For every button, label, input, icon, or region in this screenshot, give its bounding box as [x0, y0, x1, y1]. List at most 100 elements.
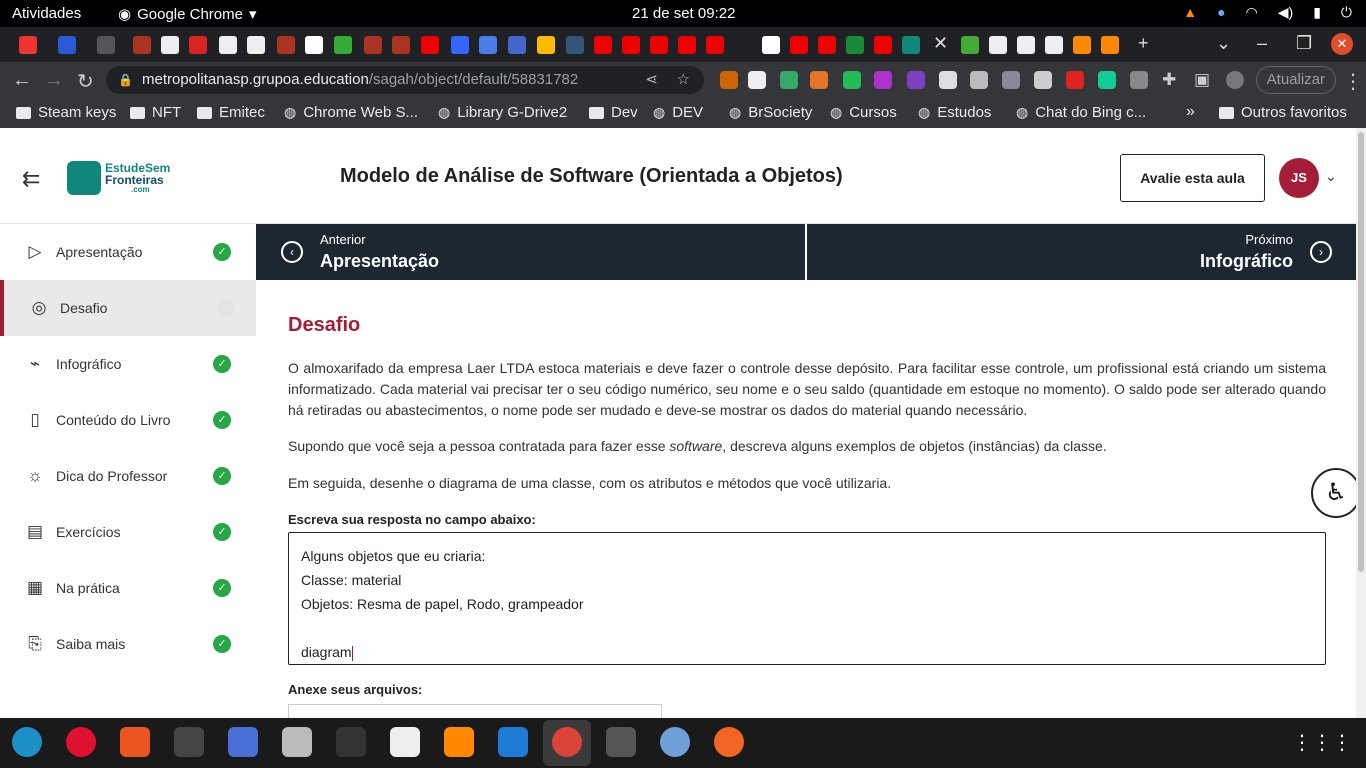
- extension-icon[interactable]: [907, 71, 925, 89]
- extension-icon[interactable]: [843, 71, 861, 89]
- reload-icon[interactable]: ↻: [77, 69, 94, 94]
- close-tab-icon[interactable]: ✕: [933, 33, 948, 54]
- tab[interactable]: [678, 36, 696, 54]
- tab-search-icon[interactable]: ⌄: [1216, 33, 1231, 54]
- sidebar-item[interactable]: ▯ Conteúdo do Livro ✓: [0, 392, 256, 448]
- show-apps-icon[interactable]: ⋮⋮⋮: [1292, 730, 1352, 755]
- extension-icon[interactable]: [970, 71, 988, 89]
- scrollbar-thumb[interactable]: [1358, 132, 1364, 572]
- tab[interactable]: [479, 36, 497, 54]
- scrollbar[interactable]: [1356, 128, 1366, 718]
- tab[interactable]: [762, 36, 780, 54]
- bookmark-item[interactable]: NFT: [130, 104, 181, 121]
- tab[interactable]: [58, 36, 76, 54]
- tab[interactable]: [790, 36, 808, 54]
- tab[interactable]: [508, 36, 526, 54]
- more-bookmarks-icon[interactable]: »: [1186, 103, 1195, 121]
- bookmark-item[interactable]: ◍ Chat do Bing c...: [1016, 104, 1146, 121]
- bookmark-item[interactable]: Steam keys: [16, 104, 116, 121]
- sidebar-item[interactable]: ◎ Desafio: [0, 280, 256, 336]
- tab[interactable]: [97, 36, 115, 54]
- extension-icon[interactable]: [1130, 71, 1148, 89]
- activities-button[interactable]: Atividades: [12, 5, 81, 22]
- extension-icon[interactable]: [874, 71, 892, 89]
- tab[interactable]: [622, 36, 640, 54]
- tab[interactable]: [421, 36, 439, 54]
- kebab-menu-icon[interactable]: ⋮: [1343, 69, 1363, 94]
- tab[interactable]: [133, 36, 151, 54]
- sidebar-item[interactable]: ⎘ Saiba mais ✓: [0, 616, 256, 672]
- extension-icon[interactable]: [1098, 71, 1116, 89]
- vlc-tray-icon[interactable]: ▲: [1183, 4, 1197, 21]
- side-panel-icon[interactable]: ▣: [1194, 70, 1210, 90]
- address-bar[interactable]: 🔒 metropolitanasp.grupoa.education/sagah…: [106, 66, 704, 94]
- pencil-app-icon[interactable]: [714, 727, 744, 757]
- tab[interactable]: [537, 36, 555, 54]
- extensions-puzzle-icon[interactable]: ✚: [1162, 70, 1176, 90]
- close-window-icon[interactable]: ✕: [1331, 33, 1353, 55]
- tab[interactable]: [305, 36, 323, 54]
- maximize-icon[interactable]: ❐: [1296, 33, 1312, 54]
- text-editor-icon[interactable]: [390, 727, 420, 757]
- extension-icon[interactable]: [810, 71, 828, 89]
- tab[interactable]: [161, 36, 179, 54]
- bookmark-item[interactable]: Dev: [589, 104, 638, 121]
- bookmark-item[interactable]: ◍ Cursos: [830, 104, 897, 121]
- bookmark-item[interactable]: Outros favoritos: [1219, 104, 1347, 121]
- user-avatar[interactable]: JS: [1279, 158, 1319, 198]
- tab[interactable]: [451, 36, 469, 54]
- tab[interactable]: [189, 36, 207, 54]
- tab[interactable]: [247, 36, 265, 54]
- answer-textarea[interactable]: Alguns objetos que eu criaria: Classe: ma…: [288, 532, 1326, 665]
- tab[interactable]: [566, 36, 584, 54]
- tab[interactable]: [1017, 36, 1035, 54]
- tab[interactable]: [392, 36, 410, 54]
- software-center-icon[interactable]: [120, 727, 150, 757]
- vlc-icon[interactable]: [444, 727, 474, 757]
- extension-icon[interactable]: [939, 71, 957, 89]
- extension-icon[interactable]: [748, 71, 766, 89]
- bookmark-item[interactable]: Emitec: [197, 104, 265, 121]
- share-icon[interactable]: ⋖: [645, 66, 658, 94]
- tab[interactable]: [277, 36, 295, 54]
- extension-icon[interactable]: [1066, 71, 1084, 89]
- extension-icon[interactable]: [720, 71, 738, 89]
- extension-icon[interactable]: [1034, 71, 1052, 89]
- tab[interactable]: [219, 36, 237, 54]
- file-drop-area[interactable]: [288, 704, 662, 718]
- new-tab-icon[interactable]: +: [1138, 33, 1149, 54]
- tab[interactable]: [961, 36, 979, 54]
- tab[interactable]: [818, 36, 836, 54]
- system-tray[interactable]: ▲ ● ◠ ◀) ▮ ⏻: [1183, 4, 1352, 21]
- rate-lesson-button[interactable]: Avalie esta aula: [1120, 154, 1265, 202]
- bookmark-item[interactable]: ◍ Chrome Web S...: [284, 104, 418, 121]
- tab[interactable]: [19, 36, 37, 54]
- tab[interactable]: [594, 36, 612, 54]
- bookmark-item[interactable]: ◍ DEV: [653, 104, 703, 121]
- system-monitor-icon[interactable]: [174, 727, 204, 757]
- sidebar-item[interactable]: ▦ Na prática ✓: [0, 560, 256, 616]
- profile-avatar[interactable]: [1226, 71, 1244, 89]
- sidebar-item[interactable]: ⌁ Infográfico ✓: [0, 336, 256, 392]
- qbittorrent-icon[interactable]: [660, 727, 690, 757]
- tab[interactable]: [1101, 36, 1119, 54]
- chevron-down-icon[interactable]: ⌄: [1325, 168, 1337, 185]
- extension-icon[interactable]: [780, 71, 798, 89]
- active-tab[interactable]: [902, 36, 920, 54]
- qbittorrent-tray-icon[interactable]: ●: [1217, 4, 1225, 21]
- bookmark-item[interactable]: ◍ BrSociety: [729, 104, 812, 121]
- update-button[interactable]: Atualizar: [1255, 66, 1336, 94]
- screenshot-icon[interactable]: [228, 727, 258, 757]
- terminal-icon[interactable]: [336, 727, 366, 757]
- tab[interactable]: [706, 36, 724, 54]
- files-icon[interactable]: [282, 727, 312, 757]
- vscode-icon[interactable]: [498, 727, 528, 757]
- extension-icon[interactable]: [1002, 71, 1020, 89]
- tab[interactable]: [989, 36, 1007, 54]
- back-menu-icon[interactable]: ⇇: [22, 166, 40, 192]
- sidebar-item[interactable]: ▷ Apresentação ✓: [0, 224, 256, 280]
- sidebar-item[interactable]: ▤ Exercícios ✓: [0, 504, 256, 560]
- next-button[interactable]: Próximo Infográfico ›: [807, 224, 1357, 280]
- accessibility-icon[interactable]: ♿: [1311, 468, 1361, 518]
- bookmark-item[interactable]: ◍ Library G-Drive2: [438, 104, 567, 121]
